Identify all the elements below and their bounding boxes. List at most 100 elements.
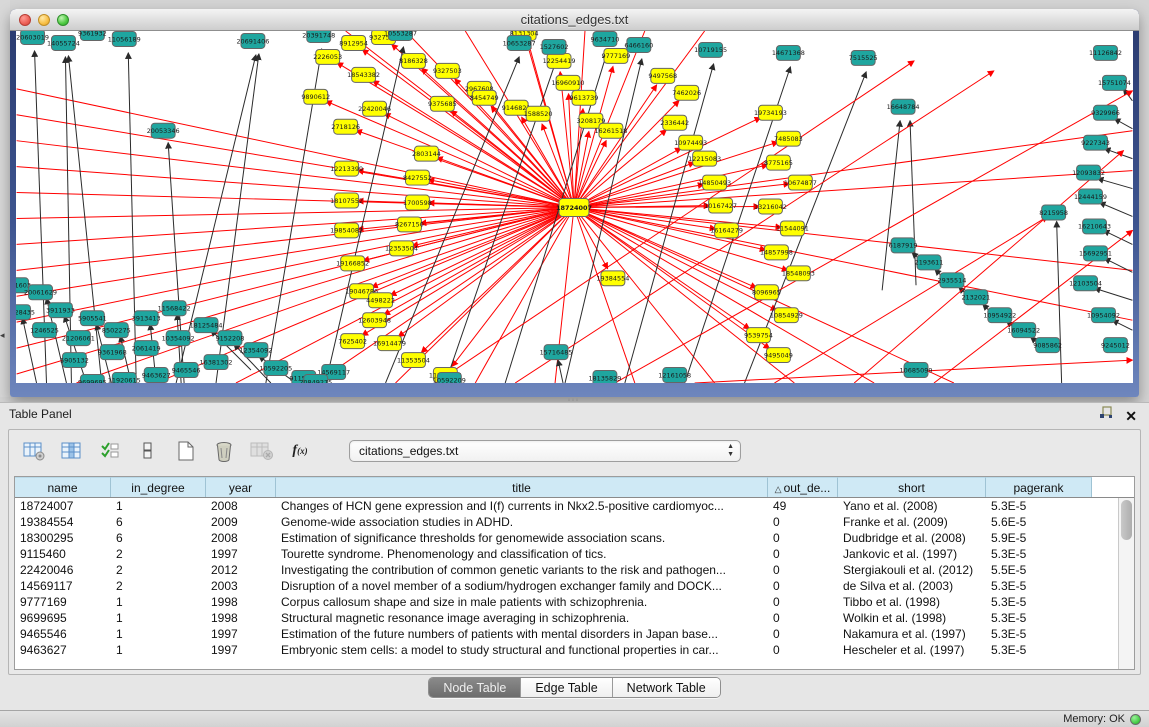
tab-edge-table[interactable]: Edge Table: [521, 678, 612, 697]
close-panel-icon[interactable]: ✕: [1125, 409, 1137, 423]
column-header-out_de[interactable]: △out_de...: [768, 477, 838, 497]
table-mode-icon[interactable]: [21, 438, 47, 464]
graph-edge[interactable]: [1095, 288, 1133, 300]
graph-edge[interactable]: [854, 151, 1123, 383]
graph-edge[interactable]: [398, 207, 574, 336]
graph-edge[interactable]: [1114, 119, 1132, 129]
table-row[interactable]: 2242004622012Investigating the contribut…: [15, 562, 1118, 578]
graph-node-label: 1246525: [30, 326, 59, 334]
graph-node-label: 10167427: [704, 202, 737, 210]
cell: 2: [111, 562, 206, 578]
graph-node-label: 10674877: [784, 179, 817, 187]
collapse-panel-arrow-icon[interactable]: ◂: [0, 330, 5, 341]
graph-node-label: 9361968: [98, 348, 127, 356]
graph-node-label: 9890612: [301, 93, 330, 101]
graph-edge[interactable]: [64, 316, 86, 383]
delete-table-icon[interactable]: [249, 438, 275, 464]
graph-node-label: 10653287: [503, 39, 536, 47]
graph-edge[interactable]: [574, 207, 781, 227]
graph-edge[interactable]: [17, 141, 574, 208]
tab-node-table[interactable]: Node Table: [429, 678, 521, 697]
graph-edge[interactable]: [882, 121, 900, 291]
graph-edge[interactable]: [422, 68, 574, 207]
graph-edge[interactable]: [1104, 258, 1132, 272]
cell: 5.6E-5: [986, 514, 1092, 530]
table-row[interactable]: 946554611997Estimation of the future num…: [15, 626, 1118, 642]
graph-edge[interactable]: [1112, 320, 1132, 330]
close-window-button[interactable]: [19, 14, 31, 26]
graph-edge[interactable]: [574, 131, 1132, 208]
table-row[interactable]: 946362711997Embryonic stem cells: a mode…: [15, 642, 1118, 658]
table-row[interactable]: 977716911998Corpus callosum shape and si…: [15, 594, 1118, 610]
network-window[interactable]: citations_edges.txt 89129549327506222605…: [10, 9, 1139, 397]
graph-node-label: 12215083: [688, 155, 721, 163]
vertical-scrollbar[interactable]: [1118, 498, 1134, 669]
cell: Estimation of significance thresholds fo…: [276, 530, 768, 546]
network-window-titlebar[interactable]: citations_edges.txt: [10, 9, 1139, 31]
graph-edge[interactable]: [76, 207, 574, 383]
graph-edge[interactable]: [565, 59, 642, 383]
graph-node-label: 5905541: [78, 314, 107, 322]
graph-node-label: 1588520: [524, 110, 553, 118]
minimize-window-button[interactable]: [38, 14, 50, 26]
graph-edge[interactable]: [17, 89, 574, 208]
graph-edge[interactable]: [17, 167, 574, 208]
network-canvas[interactable]: 8912954932750622260531854338298906122242…: [16, 31, 1133, 383]
column-header-title[interactable]: title: [276, 477, 768, 497]
table-row[interactable]: 911546021997Tourette syndrome. Phenomeno…: [15, 546, 1118, 562]
cell: Embryonic stem cells: a model to study s…: [276, 642, 768, 658]
graph-edge[interactable]: [1057, 221, 1062, 383]
table-row[interactable]: 1938455462009Genome-wide association stu…: [15, 514, 1118, 530]
graph-edge[interactable]: [1100, 203, 1133, 217]
float-panel-icon[interactable]: [1099, 406, 1113, 425]
graph-node-label: 12444159: [1074, 193, 1107, 201]
cell: 5.3E-5: [986, 642, 1092, 658]
cell: Nakamura et al. (1997): [838, 626, 986, 642]
column-header-year[interactable]: year: [206, 477, 276, 497]
graph-edge[interactable]: [326, 47, 404, 383]
cell: 2: [111, 546, 206, 562]
table-selector-value: citations_edges.txt: [359, 444, 458, 458]
graph-node-label: 5905132: [60, 356, 89, 364]
graph-edge[interactable]: [574, 148, 681, 207]
table-row[interactable]: 1830029562008Estimation of significance …: [15, 530, 1118, 546]
row-options-icon[interactable]: [135, 438, 161, 464]
graph-edge[interactable]: [574, 130, 666, 208]
select-columns-icon[interactable]: [97, 438, 123, 464]
graph-node-label: 6466160: [624, 41, 653, 49]
graph-edge[interactable]: [558, 360, 563, 383]
table-row[interactable]: 969969511998Structural magnetic resonanc…: [15, 610, 1118, 626]
column-header-in_degree[interactable]: in_degree: [111, 477, 206, 497]
graph-node-label: 8267150: [395, 221, 424, 229]
column-header-short[interactable]: short: [838, 477, 986, 497]
column-header-name[interactable]: name: [15, 477, 111, 497]
graph-node-label: 1700598: [403, 199, 432, 207]
show-column-icon[interactable]: [59, 438, 85, 464]
graph-edge[interactable]: [1104, 149, 1132, 159]
create-column-icon[interactable]: [173, 438, 199, 464]
column-header-pagerank[interactable]: pagerank: [986, 477, 1092, 497]
delete-column-icon[interactable]: [211, 438, 237, 464]
cell: 0: [768, 514, 838, 530]
graph-edge[interactable]: [574, 207, 788, 270]
cell: Franke et al. (2009): [838, 514, 986, 530]
graph-node-label: 10954922: [983, 311, 1016, 319]
graph-node-label: 16164279: [710, 227, 743, 235]
citation-network-graph[interactable]: 8912954932750622260531854338298906122242…: [16, 31, 1133, 383]
zoom-window-button[interactable]: [57, 14, 69, 26]
table-row[interactable]: 1872400712008Changes of HCN gene express…: [15, 498, 1118, 514]
scrollbar-thumb[interactable]: [1121, 500, 1132, 540]
cell: 1997: [206, 642, 276, 658]
function-builder-icon[interactable]: f(x): [287, 438, 313, 464]
cell: Genome-wide association studies in ADHD.: [276, 514, 768, 530]
memory-status-icon[interactable]: [1130, 714, 1141, 725]
graph-edge[interactable]: [1103, 230, 1132, 244]
graph-edge[interactable]: [1098, 179, 1133, 189]
graph-node-label: 11126842: [1089, 49, 1122, 57]
graph-node-label: 20691406: [236, 37, 269, 45]
cytoscape-screen: ◂ citations_edges.txt: [0, 0, 1149, 727]
table-row[interactable]: 1456911722003Disruption of a novel membe…: [15, 578, 1118, 594]
graph-edge[interactable]: [362, 50, 574, 208]
table-selector[interactable]: citations_edges.txt ▲▼: [349, 440, 741, 462]
tab-network-table[interactable]: Network Table: [613, 678, 720, 697]
